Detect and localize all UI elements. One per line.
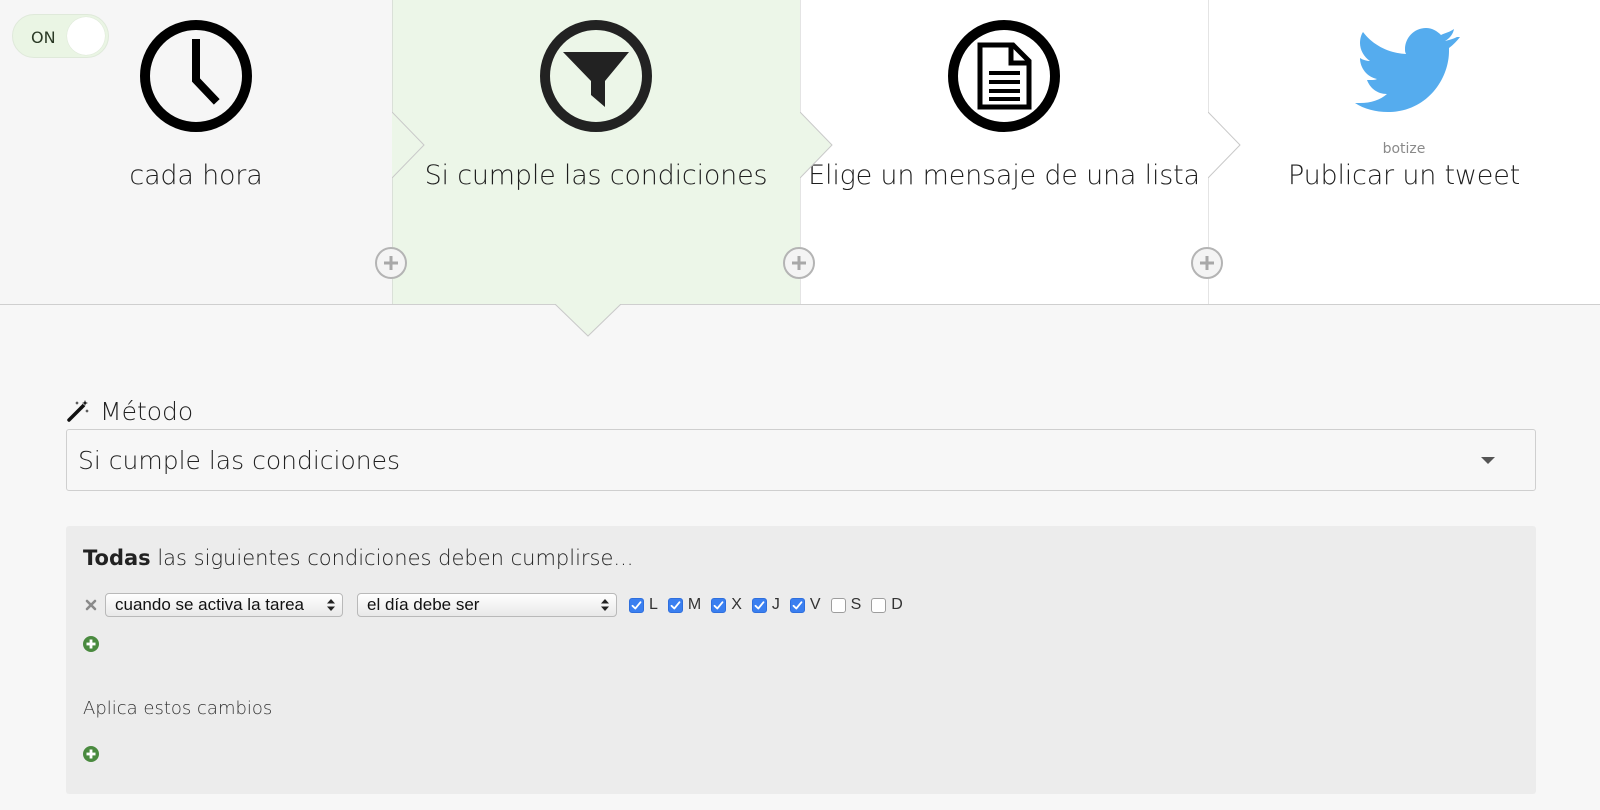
- weekday-label: M: [687, 596, 702, 613]
- method-selected-value: Si cumple las condiciones: [78, 446, 401, 475]
- checkbox-checked[interactable]: [789, 597, 805, 613]
- step-pick-message[interactable]: Elige un mensaje de una lista: [800, 0, 1208, 304]
- plus-icon: [1200, 256, 1214, 270]
- weekday-label: V: [809, 596, 821, 613]
- weekday-checkbox-d[interactable]: D: [871, 596, 903, 614]
- method-label: Método: [100, 396, 194, 426]
- conditions-panel: Todas las siguientes condiciones deben c…: [66, 526, 1536, 794]
- weekday-checkbox-j[interactable]: J: [751, 596, 780, 614]
- checkmark-icon: [754, 600, 765, 609]
- apply-changes-label: Aplica estos cambios: [83, 698, 273, 719]
- active-step-pointer: [555, 304, 621, 337]
- step-filter-conditions[interactable]: Si cumple las condiciones: [392, 0, 800, 304]
- chevron-down-icon: [1481, 457, 1495, 464]
- remove-condition-button[interactable]: [83, 597, 99, 613]
- weekday-checkboxes: LMXJVSD: [629, 596, 913, 614]
- checkbox-unchecked[interactable]: [871, 597, 887, 613]
- method-heading: Método: [66, 396, 193, 426]
- filter-icon: [539, 19, 653, 133]
- checkbox-unchecked[interactable]: [830, 597, 846, 613]
- step-label: Si cumple las condiciones: [424, 160, 768, 191]
- select-arrows-icon: [327, 599, 335, 611]
- conditions-heading-bold: Todas: [83, 546, 151, 570]
- weekday-checkbox-v[interactable]: V: [789, 596, 821, 614]
- weekday-checkbox-m[interactable]: M: [667, 596, 702, 614]
- weekday-label: D: [891, 596, 903, 613]
- checkbox-checked[interactable]: [667, 597, 683, 613]
- clock-icon: [139, 19, 253, 133]
- step-label: Publicar un tweet: [1287, 160, 1521, 191]
- checkmark-icon: [670, 600, 681, 609]
- step-publish-tweet[interactable]: botize Publicar un tweet: [1208, 0, 1600, 304]
- close-icon: [85, 599, 97, 611]
- condition-operator-value: el día debe ser: [367, 595, 480, 614]
- checkmark-icon: [713, 600, 724, 609]
- conditions-heading-text: las siguientes condiciones deben cumplir…: [150, 546, 634, 570]
- task-pipeline: cada hora Si cumple las condiciones Elig…: [0, 0, 1600, 305]
- condition-field-select[interactable]: cuando se activa la tarea: [105, 593, 343, 617]
- task-on-toggle[interactable]: ON: [12, 14, 109, 58]
- weekday-checkbox-x[interactable]: X: [711, 596, 742, 614]
- toggle-knob: [67, 17, 105, 55]
- weekday-label: J: [771, 596, 780, 613]
- checkmark-icon: [631, 600, 642, 609]
- checkbox-checked[interactable]: [629, 597, 644, 613]
- condition-operator-select[interactable]: el día debe ser: [357, 593, 617, 617]
- weekday-label: S: [850, 596, 862, 613]
- document-icon: [947, 19, 1061, 133]
- add-step-button[interactable]: [375, 247, 407, 279]
- twitter-bird-icon: [1347, 19, 1461, 133]
- add-condition-button[interactable]: [83, 636, 99, 652]
- condition-row: cuando se activa la tarea el día debe se…: [83, 592, 913, 618]
- condition-field-value: cuando se activa la tarea: [115, 595, 305, 614]
- weekday-checkbox-l[interactable]: L: [629, 596, 658, 614]
- checkbox-checked[interactable]: [711, 597, 727, 613]
- magic-wand-icon: [67, 400, 89, 422]
- select-arrows-icon: [601, 599, 609, 611]
- toggle-label: ON: [31, 28, 56, 47]
- plus-icon: [792, 256, 806, 270]
- add-step-button[interactable]: [1191, 247, 1223, 279]
- service-label: botize: [1382, 141, 1426, 157]
- plus-icon: [384, 256, 398, 270]
- conditions-heading: Todas las siguientes condiciones deben c…: [83, 546, 633, 570]
- checkbox-checked[interactable]: [751, 597, 767, 613]
- step-label: cada hora: [129, 160, 263, 191]
- weekday-checkbox-s[interactable]: S: [830, 596, 862, 614]
- add-change-button[interactable]: [83, 746, 99, 762]
- method-select[interactable]: Si cumple las condiciones: [66, 429, 1536, 491]
- step-label: Elige un mensaje de una lista: [808, 160, 1200, 191]
- add-step-button[interactable]: [783, 247, 815, 279]
- weekday-label: L: [649, 596, 658, 613]
- checkmark-icon: [792, 600, 803, 609]
- weekday-label: X: [731, 596, 742, 613]
